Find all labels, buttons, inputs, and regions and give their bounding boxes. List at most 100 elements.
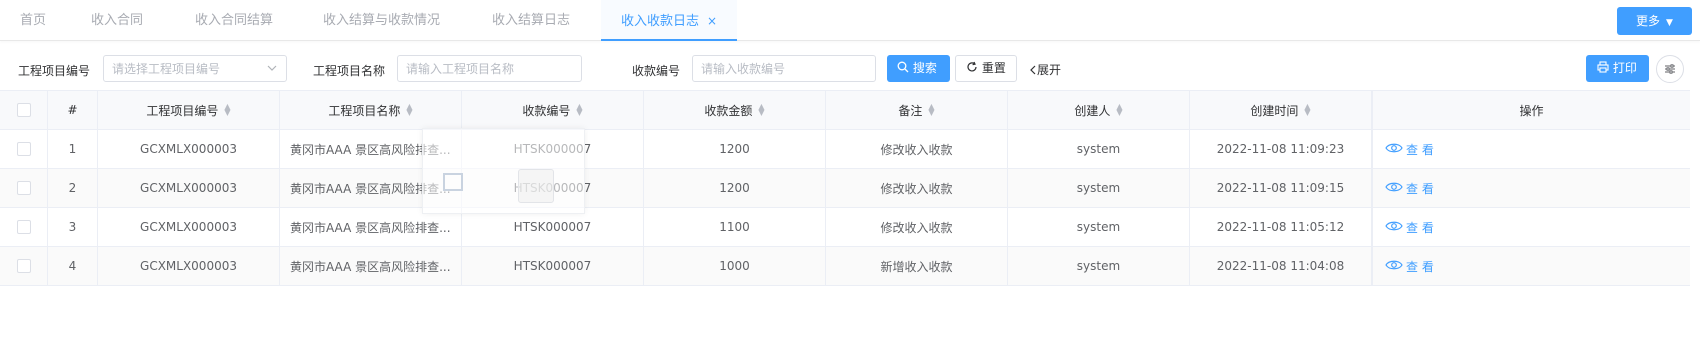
view-link[interactable]: 查 看 [1385,141,1434,158]
row-select-cell [0,247,48,285]
cell-project-code: GCXMLX000003 [98,247,280,285]
row-select-cell [0,130,48,168]
cell-created-at: 2022-11-08 11:09:15 [1190,169,1372,207]
search-button[interactable]: 搜索 [887,55,950,82]
more-button-label: 更多 [1636,14,1661,28]
eye-icon [1385,142,1403,157]
cell-remark: 修改收入收款 [826,208,1008,246]
header-operation-label: 操作 [1519,103,1544,118]
view-link[interactable]: 查 看 [1385,180,1434,197]
cell-remark: 修改收入收款 [826,169,1008,207]
cell-index: 2 [48,169,98,207]
row-checkbox[interactable] [16,181,31,195]
header-amount-label: 收款金额 [704,103,753,118]
search-button-label: 搜索 [912,61,937,75]
tab-label: 收入结算日志 [492,13,571,28]
header-index: # [48,91,98,129]
cell-remark: 修改收入收款 [826,130,1008,168]
reset-button[interactable]: 重置 [955,55,1017,82]
square-icon [443,173,463,191]
header-remark-label: 备注 [898,103,923,118]
cell-remark: 新增收入收款 [826,247,1008,285]
view-link[interactable]: 查 看 [1385,219,1434,236]
caret-down-icon: ▼ [1666,18,1673,28]
sort-icon[interactable]: ▲ ▼ [1116,103,1122,117]
header-index-label: # [67,103,78,117]
sort-icon[interactable]: ▲ ▼ [224,103,230,117]
select-all-cell [0,91,48,129]
drag-ghost-overlay [422,128,585,214]
table-row: 4 GCXMLX000003 黄冈市AAA 景区高风险排查... HTSK000… [0,247,1690,286]
eye-icon [1385,259,1403,274]
receipt-no-label: 收款编号 [632,64,681,78]
header-receipt-no-label: 收款编号 [522,103,571,118]
header-creator[interactable]: 创建人 ▲ ▼ [1008,91,1190,129]
more-button[interactable]: 更多 ▼ [1617,7,1692,35]
cell-operation: 查 看 [1372,247,1690,285]
cell-created-at: 2022-11-08 11:09:23 [1190,130,1372,168]
chevron-left-icon [1029,63,1037,77]
tab-home[interactable]: 首页 [20,0,46,41]
column-settings-button[interactable] [1656,55,1684,83]
row-select-cell [0,208,48,246]
cell-project-name: 黄冈市AAA 景区高风险排查... [280,247,462,285]
project-name-field[interactable] [397,55,582,82]
tab-label: 收入合同 [91,13,144,28]
cell-amount: 1100 [644,208,826,246]
printer-icon [1597,61,1609,75]
tab-income-contract-settlement[interactable]: 收入合同结算 [195,0,273,41]
cell-created-at: 2022-11-08 11:05:12 [1190,208,1372,246]
project-name-label: 工程项目名称 [313,64,386,78]
tab-label: 首页 [20,13,47,28]
tab-label: 收入合同结算 [195,13,274,28]
close-icon[interactable]: × [707,0,717,42]
row-checkbox[interactable] [16,142,31,156]
sort-icon[interactable]: ▲ ▼ [928,103,934,117]
sort-icon[interactable]: ▲ ▼ [758,103,764,117]
table-row: 3 GCXMLX000003 黄冈市AAA 景区高风险排查... HTSK000… [0,208,1690,247]
project-code-select[interactable] [103,55,287,82]
sort-icon[interactable]: ▲ ▼ [576,103,582,117]
tab-bar: 首页 收入合同 收入合同结算 收入结算与收款情况 收入结算日志 收入收款日志 × … [0,0,1700,41]
select-all-checkbox[interactable] [16,103,31,117]
row-select-cell [0,169,48,207]
cell-index: 1 [48,130,98,168]
header-project-code[interactable]: 工程项目编号 ▲ ▼ [98,91,280,129]
receipt-no-field[interactable] [692,55,876,82]
cell-creator: system [1008,247,1190,285]
chevron-down-icon [266,56,278,91]
table-row: 2 GCXMLX000003 黄冈市AAA 景区高风险排查... HTSK000… [0,169,1690,208]
header-project-code-label: 工程项目编号 [146,103,219,118]
header-creator-label: 创建人 [1074,103,1111,118]
project-name-input[interactable] [406,56,573,81]
cell-index: 3 [48,208,98,246]
cell-project-code: GCXMLX000003 [98,208,280,246]
print-button[interactable]: 打印 [1586,55,1649,82]
header-project-name[interactable]: 工程项目名称 ▲ ▼ [280,91,462,129]
header-created-at-label: 创建时间 [1250,103,1299,118]
header-remark[interactable]: 备注 ▲ ▼ [826,91,1008,129]
receipt-no-input[interactable] [701,56,867,81]
tab-settlement-and-receipt[interactable]: 收入结算与收款情况 [323,0,440,41]
view-link[interactable]: 查 看 [1385,258,1434,275]
tab-label: 收入收款日志 [621,14,700,29]
print-button-label: 打印 [1612,61,1637,75]
row-checkbox[interactable] [16,259,31,273]
header-created-at[interactable]: 创建时间 ▲ ▼ [1190,91,1372,129]
expand-toggle[interactable]: 展开 [1029,61,1061,78]
header-receipt-no[interactable]: 收款编号 ▲ ▼ [462,91,644,129]
table-header-row: # 工程项目编号 ▲ ▼ 工程项目名称 ▲ ▼ 收款编号 ▲ ▼ 收款金额 ▲ ▼ 备注 ▲ ▼ 创… [0,90,1690,130]
view-link-label: 查 看 [1406,220,1434,235]
reset-button-label: 重置 [981,61,1006,75]
tab-receipt-log[interactable]: 收入收款日志 × [601,0,738,42]
cell-amount: 1200 [644,130,826,168]
eye-icon [1385,220,1403,235]
tab-income-contract[interactable]: 收入合同 [91,0,143,41]
row-checkbox[interactable] [16,220,31,234]
project-code-select-input[interactable] [112,56,278,81]
tab-label: 收入结算与收款情况 [323,13,441,28]
sort-icon[interactable]: ▲ ▼ [406,103,412,117]
sort-icon[interactable]: ▲ ▼ [1304,103,1310,117]
tab-settlement-log[interactable]: 收入结算日志 [492,0,570,41]
header-amount[interactable]: 收款金额 ▲ ▼ [644,91,826,129]
